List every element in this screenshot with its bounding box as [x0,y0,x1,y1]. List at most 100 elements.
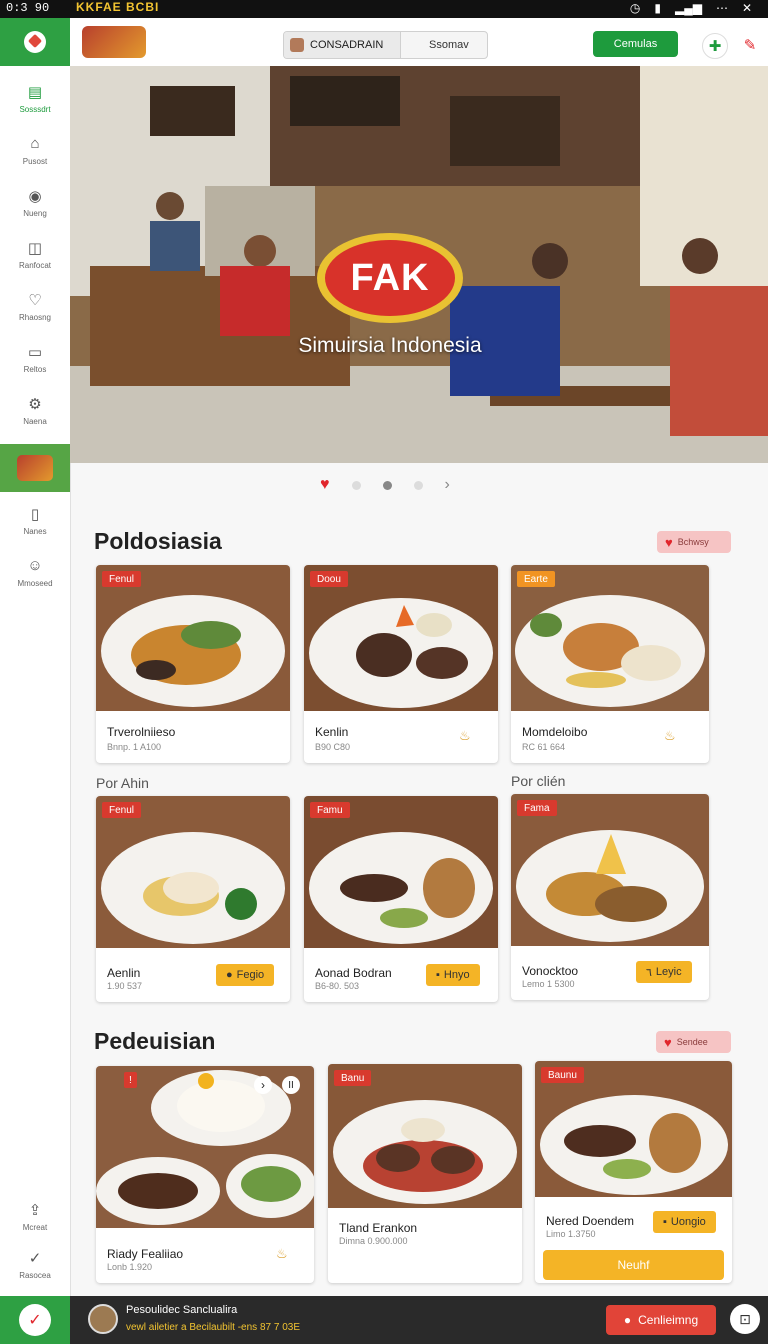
dish-price: Lemo 1 5300 [522,979,575,989]
pill-label: Bchwsy [677,537,709,547]
sidebar-item-10[interactable]: ✓ Rasocea [0,1238,70,1290]
search-input[interactable]: Ssomav [401,32,469,58]
brand-badge[interactable] [82,26,146,58]
bottom-bar: ✓ Pesoulidec Sanclualira vewl ailetier a… [0,1296,768,1344]
add-to-cart-button[interactable]: Neuhf [543,1250,724,1280]
sidebar-item-0[interactable]: ▤ Sosssdrt [0,72,70,124]
sidebar-item-2[interactable]: ◉ Nueng [0,176,70,228]
sidebar-item-1[interactable]: ⌂ Pusost [0,124,70,176]
status-brand: KKFAE BCBI [76,0,160,14]
carousel-dot[interactable] [413,480,423,490]
menu-card[interactable]: Banu Tland Erankon Dimna 0.900.000 [328,1064,522,1283]
order-button-label: Uongio [670,1216,706,1228]
dish-price: Bnnp. 1 A100 [107,742,162,752]
info-icon: ▯ [30,505,40,523]
heart-icon: ♡ [28,291,42,309]
sidebar-item-label: Nanes [23,526,47,536]
sidebar-item-8[interactable]: ☺ Mmoseed [0,546,70,598]
sidebar-item-9[interactable]: ⇪ Mcreat [0,1190,70,1242]
dish-name: Momdeloibo [522,725,588,739]
sidebar-item-7[interactable]: ▯ Nanes [0,494,70,546]
logo-mark-icon [24,31,46,53]
dish-name: Aonad Bodran [315,966,392,980]
sidebar-item-6[interactable]: ⚙ Naena [0,384,70,436]
order-button[interactable]: ● Fegio [216,964,275,986]
menu-card[interactable]: Baunu Nered Doendem Limo 1.3750 ▪ Uongio … [535,1061,732,1283]
menu-card[interactable]: ! › II Riady Fealiiao Lonb 1.920 ♨ [96,1066,314,1283]
dish-image [511,794,709,946]
search-scope[interactable]: CONSADRAIN [284,32,401,58]
dish-price: Limo 1.3750 [546,1229,596,1239]
user-icon: ● [623,1313,632,1327]
chevron-right-icon[interactable]: › [445,476,450,494]
section-title: Poldosiasia [94,528,222,554]
app-logo[interactable] [0,18,70,66]
subsection-label: Por clién [511,773,566,789]
dish-tag: Fenul [102,571,142,587]
order-button[interactable]: ▪ Hnyo [426,964,480,986]
status-icons: ◷ ▮ ▂▄▆ ⋯ ✕ [630,1,752,15]
carousel-dot[interactable] [351,480,361,490]
dish-name: Nered Doendem [546,1214,635,1228]
order-button[interactable]: ٦ Leyic [636,961,692,983]
cart-icon: ▪ [436,969,440,981]
sidebar-item-4[interactable]: ♡ Rhaosng [0,280,70,332]
sidebar-item-label: Mmoseed [17,578,53,588]
sidebar-item-3[interactable]: ◫ Ranfocat [0,228,70,280]
carousel-indicator: ♥ › [320,476,470,494]
cart-icon: ● [226,969,233,981]
header-action-button[interactable]: Cemulas [593,31,678,57]
order-button[interactable]: ▪ Uongio [653,1211,716,1233]
bag-icon[interactable]: ⊡ [730,1304,760,1334]
bottom-home-button[interactable]: ✓ [0,1296,70,1344]
dish-tag: Fenul [102,802,142,818]
heart-icon: ♥ [664,1034,672,1050]
dish-tag: Earte [517,571,555,587]
menu-card[interactable]: Doou Kenlin B90 C80 ♨ [304,565,498,763]
close-icon[interactable]: ✕ [742,1,752,15]
checkout-button[interactable]: ● Cenlieimng [606,1305,716,1335]
menu-card[interactable]: Fenul Trverolniieso Bnnp. 1 A100 [96,565,290,763]
pin-icon[interactable]: ✎ [738,33,762,57]
sidebar-item-label: Rhaosng [18,312,52,322]
avatar[interactable] [88,1304,118,1334]
menu-card[interactable]: Fama Vonocktoo Lemo 1 5300 ٦ Leyic [511,794,709,1000]
sidebar-item-label: Reltos [23,364,47,374]
pause-icon[interactable]: II [282,1076,300,1094]
header-search[interactable]: CONSADRAIN Ssomav [283,31,488,59]
dish-tag: Baunu [541,1067,584,1083]
more-icon[interactable]: ⋯ [716,1,728,15]
dish-image [96,1066,314,1228]
section-filter-pill[interactable]: ♥ Bchwsy [657,531,731,553]
chart-icon: ◫ [27,239,43,257]
order-button-label: Leyic [655,966,682,978]
status-bar: 0:3 90 KKFAE BCBI ◷ ▮ ▂▄▆ ⋯ ✕ [0,0,768,18]
favorite-heart-icon[interactable]: ♥ [320,477,330,493]
hero-banner[interactable]: FAK Simuirsia Indonesia [70,66,768,463]
section-filter-pill[interactable]: ♥ Sendee [656,1031,731,1053]
pill-label: Sendee [676,1037,708,1047]
chevron-right-icon[interactable]: › [254,1076,272,1094]
dish-tag: Fama [517,800,557,816]
spice-level-icon: ♨ [276,1246,288,1261]
add-icon[interactable]: ✚ [702,33,728,59]
order-button-label: Fegio [236,969,265,981]
dish-name: Tland Erankon [339,1221,418,1235]
upload-icon: ⇪ [28,1201,42,1219]
sidebar-promo[interactable] [0,444,70,492]
menu-card[interactable]: Famu Aonad Bodran B6-80. 503 ▪ Hnyo [304,796,498,1002]
dish-tag: Famu [310,802,350,818]
menu-card[interactable]: Fenul Aenlin 1.90 537 ● Fegio [96,796,290,1002]
heart-icon: ♥ [665,534,673,550]
dish-name: Vonocktoo [522,964,579,978]
order-button-label: Hnyo [443,969,470,981]
menu-card[interactable]: Earte Momdeloibo RC 61 664 ♨ [511,565,709,763]
sidebar: ▤ Sosssdrt ⌂ Pusost ◉ Nueng ◫ Ranfocat ♡… [0,66,71,1296]
app-header: CONSADRAIN Ssomav Cemulas ✚ ✎ [0,18,768,67]
dish-name: Kenlin [315,725,349,739]
spice-level-icon: ♨ [459,728,471,743]
carousel-dot-active[interactable] [382,480,392,490]
sidebar-item-label: Rasocea [19,1270,51,1280]
section-title: Pedeuisian [94,1028,216,1054]
sidebar-item-5[interactable]: ▭ Reltos [0,332,70,384]
